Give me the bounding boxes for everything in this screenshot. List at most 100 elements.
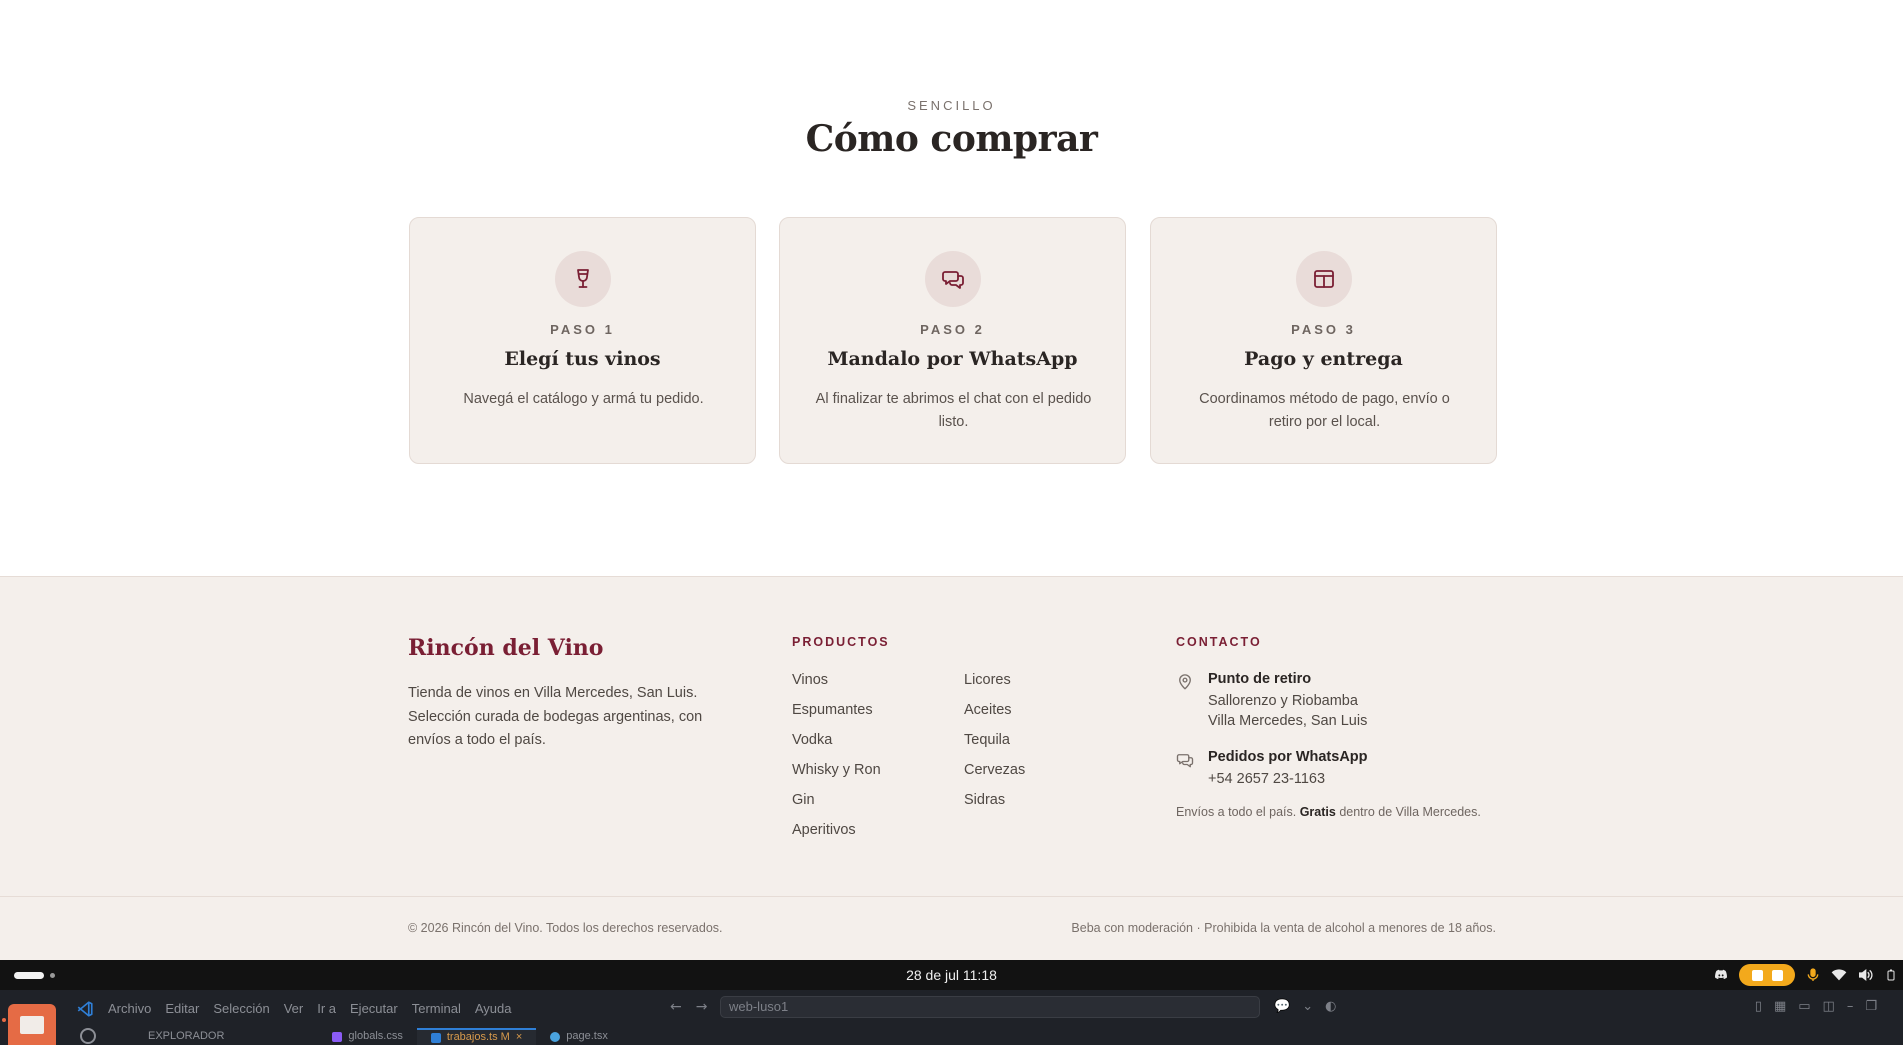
product-link-tequila[interactable]: Tequila [964,731,1025,761]
tab-label: page.tsx [566,1030,608,1042]
menu-ir-a[interactable]: Ir a [317,1001,336,1016]
command-center-search[interactable]: web-luso1 [720,996,1260,1018]
chat-bubbles-icon [925,251,981,307]
step-title: Pago y entrega [1244,348,1403,370]
minimize-icon[interactable]: – [1847,999,1854,1014]
step-card-1: PASO 1 Elegí tus vinos Navegá el catálog… [409,217,756,464]
vscode-nav-arrows: ← → [670,999,707,1015]
step-title: Mandalo por WhatsApp [827,348,1078,370]
footer-bottom-bar: © 2026 Rincón del Vino. Todos los derech… [0,896,1903,960]
accounts-icon[interactable]: ◐ [1325,999,1336,1014]
wifi-icon[interactable] [1831,967,1847,983]
vscode-menu-bar: Archivo Editar Selección Ver Ir a Ejecut… [108,1001,511,1016]
whatsapp-title: Pedidos por WhatsApp [1208,749,1368,765]
tab-page-tsx[interactable]: page.tsx [536,1028,622,1045]
step-title: Elegí tus vinos [504,348,661,370]
pickup-title: Punto de retiro [1208,671,1312,687]
back-arrow-icon[interactable]: ← [670,999,682,1015]
react-file-icon [550,1031,561,1042]
files-app-icon[interactable] [8,1004,56,1045]
screen-share-icon [1751,969,1763,981]
ts-file-icon [430,1032,441,1043]
products-list-col1: Vinos Espumantes Vodka Whisky y Ron Gin … [792,671,881,851]
pickup-address-line2: Villa Mercedes, San Luis [1208,713,1368,729]
vscode-window: Archivo Editar Selección Ver Ir a Ejecut… [0,990,1903,1045]
tab-label: trabajos.ts M [446,1031,510,1043]
layout-icon[interactable]: ▦ [1774,999,1786,1014]
footer-brand-description: Tienda de vinos en Villa Mercedes, San L… [408,685,703,748]
how-to-buy-section: SENCILLO Cómo comprar PASO 1 Elegí tus v… [0,0,1903,576]
screen-recording-indicator[interactable] [1739,964,1795,986]
step-label: PASO 2 [920,322,985,337]
copyright: © 2026 Rincón del Vino. Todos los derech… [408,921,723,935]
menu-ejecutar[interactable]: Ejecutar [350,1001,398,1016]
product-link-vinos[interactable]: Vinos [792,671,881,701]
chat-icon [1176,754,1194,768]
toggle-sidebar-icon[interactable]: ▯ [1755,999,1762,1014]
menu-ver[interactable]: Ver [284,1001,304,1016]
map-pin-icon [1179,674,1191,690]
product-link-aceites[interactable]: Aceites [964,701,1025,731]
menu-ayuda[interactable]: Ayuda [475,1001,512,1016]
toggle-secondary-sidebar-icon[interactable]: ◫ [1823,999,1835,1014]
shipping-free: Gratis [1299,805,1336,819]
product-link-gin[interactable]: Gin [792,791,881,821]
product-link-licores[interactable]: Licores [964,671,1025,701]
copilot-chat-icon[interactable]: 💬 [1274,999,1290,1014]
explorer-activity-icon[interactable] [80,1028,96,1044]
menu-archivo[interactable]: Archivo [108,1001,151,1016]
window-controls: ▯ ▦ ▭ ◫ – ❐ [1755,999,1877,1014]
vscode-logo-icon [77,1001,93,1017]
pickup-address-line1: Sallorenzo y Riobamba [1208,693,1358,709]
dock-running-indicator [2,1018,6,1022]
products-heading: PRODUCTOS [792,635,890,649]
discord-icon[interactable] [1713,967,1729,983]
maximize-icon[interactable]: ❐ [1865,999,1877,1014]
footer-brand[interactable]: Rincón del Vino [408,635,603,661]
shipping-suffix: dentro de Villa Mercedes. [1339,805,1481,819]
os-top-bar: 28 de jul 11:18 [0,960,1903,990]
system-clock[interactable]: 28 de jul 11:18 [0,967,1903,983]
vscode-title-actions: 💬 ⌄ ◐ [1274,999,1336,1014]
forward-arrow-icon[interactable]: → [696,999,708,1015]
section-title: Cómo comprar [805,118,1098,160]
product-link-espumantes[interactable]: Espumantes [792,701,881,731]
contact-heading: CONTACTO [1176,635,1262,649]
css-file-icon [332,1031,343,1042]
product-link-cervezas[interactable]: Cervezas [964,761,1025,791]
close-icon[interactable]: × [516,1029,522,1045]
toggle-panel-icon[interactable]: ▭ [1798,999,1810,1014]
volume-icon[interactable] [1857,967,1873,983]
section-eyebrow: SENCILLO [907,98,996,113]
step-card-3: PASO 3 Pago y entrega Coordinamos método… [1150,217,1497,464]
microphone-icon[interactable] [1805,967,1821,983]
menu-seleccion[interactable]: Selección [213,1001,269,1016]
product-link-aperitivos[interactable]: Aperitivos [792,821,881,851]
step-label: PASO 1 [550,322,615,337]
tab-trabajos-ts[interactable]: trabajos.ts M × [416,1028,537,1045]
step-description: Navegá el catálogo y armá tu pedido. [463,391,704,407]
tab-label: globals.css [348,1030,403,1042]
legal-notice: Beba con moderación · Prohibida la venta… [1071,921,1496,935]
product-link-whisky-ron[interactable]: Whisky y Ron [792,761,881,791]
products-list-col2: Licores Aceites Tequila Cervezas Sidras [964,671,1025,821]
step-label: PASO 3 [1291,322,1356,337]
chevron-down-icon[interactable]: ⌄ [1302,999,1313,1014]
whatsapp-number[interactable]: +54 2657 23-1163 [1208,771,1325,787]
step-card-2: PASO 2 Mandalo por WhatsApp Al finalizar… [779,217,1126,464]
stop-icon [1771,969,1783,981]
shipping-prefix: Envíos a todo el país. [1176,805,1297,819]
system-tray [1713,964,1903,986]
package-icon [1296,251,1352,307]
menu-editar[interactable]: Editar [165,1001,199,1016]
tab-globals-css[interactable]: globals.css [318,1028,416,1045]
product-link-sidras[interactable]: Sidras [964,791,1025,821]
shipping-note: Envíos a todo el país. Gratis dentro de … [1176,805,1481,819]
explorer-label: EXPLORADOR [148,1030,225,1042]
battery-icon[interactable] [1883,967,1899,983]
product-link-vodka[interactable]: Vodka [792,731,881,761]
step-description: Coordinamos método de pago, envío o reti… [1199,391,1450,430]
wine-glass-icon [555,251,611,307]
menu-terminal[interactable]: Terminal [412,1001,461,1016]
step-description: Al finalizar te abrimos el chat con el p… [815,391,1092,430]
